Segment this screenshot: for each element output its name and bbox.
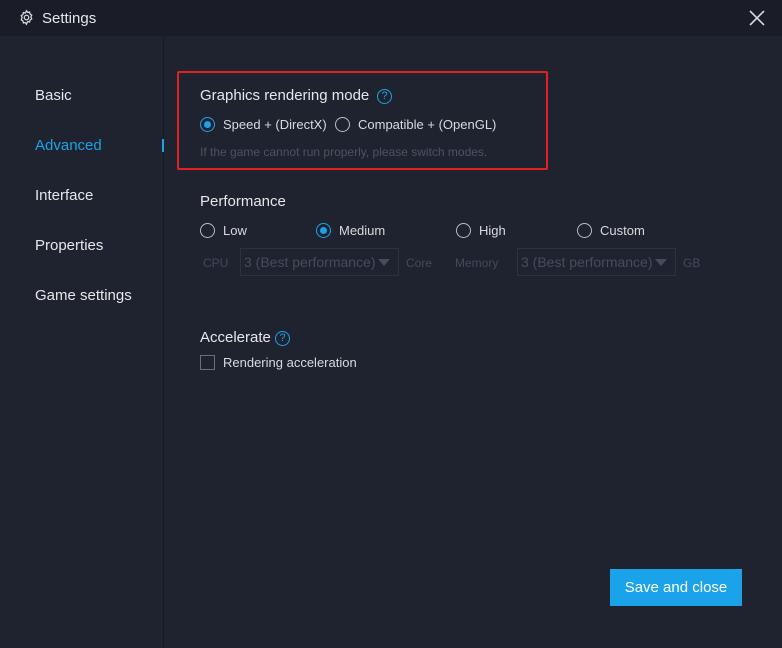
sidebar-item-advanced[interactable]: Advanced — [35, 137, 102, 154]
gb-label: GB — [683, 256, 701, 270]
radio-label: High — [479, 223, 506, 238]
radio-circle — [200, 223, 215, 238]
radio-directx[interactable]: Speed + (DirectX) — [200, 117, 327, 132]
radio-label: Low — [223, 223, 247, 238]
radio-low[interactable]: Low — [200, 223, 247, 238]
sidebar-item-interface[interactable]: Interface — [35, 187, 93, 204]
performance-title: Performance — [200, 193, 286, 210]
core-label: Core — [406, 256, 433, 270]
gear-icon — [20, 9, 33, 26]
accelerate-help-icon[interactable]: ? — [275, 331, 290, 346]
radio-circle — [335, 117, 350, 132]
radio-label: Compatible + (OpenGL) — [358, 117, 497, 132]
sidebar-item-game-settings[interactable]: Game settings — [35, 287, 132, 304]
accelerate-title: Accelerate — [200, 329, 271, 346]
graphics-hint: If the game cannot run properly, please … — [200, 145, 488, 159]
radio-custom[interactable]: Custom — [577, 223, 645, 238]
radio-medium[interactable]: Medium — [316, 223, 385, 238]
radio-label: Speed + (DirectX) — [223, 117, 327, 132]
active-nav-indicator — [162, 139, 164, 152]
sidebar-item-properties[interactable]: Properties — [35, 237, 103, 254]
chevron-down-icon — [655, 259, 667, 266]
radio-opengl[interactable]: Compatible + (OpenGL) — [335, 117, 496, 132]
radio-circle — [456, 223, 471, 238]
cpu-select: 3 (Best performance) — [240, 248, 399, 276]
chevron-down-icon — [378, 259, 390, 266]
window-title: Settings — [42, 10, 97, 27]
checkbox-box — [200, 355, 215, 370]
settings-sidebar: Basic Advanced Interface Properties Game… — [0, 36, 164, 648]
checkbox-label: Rendering acceleration — [223, 355, 357, 370]
graphics-mode-title: Graphics rendering mode — [200, 87, 370, 104]
title-bar: Settings — [0, 0, 782, 36]
close-icon[interactable] — [748, 9, 766, 27]
radio-label: Custom — [600, 223, 645, 238]
rendering-acceleration-checkbox[interactable]: Rendering acceleration — [200, 355, 357, 370]
sidebar-item-basic[interactable]: Basic — [35, 87, 72, 104]
memory-select-value: 3 (Best performance) — [521, 254, 653, 270]
save-and-close-button[interactable]: Save and close — [610, 569, 742, 606]
radio-circle — [577, 223, 592, 238]
graphics-help-icon[interactable]: ? — [377, 89, 392, 104]
radio-high[interactable]: High — [456, 223, 506, 238]
cpu-label: CPU — [203, 256, 229, 270]
radio-circle — [316, 223, 331, 238]
memory-label: Memory — [455, 256, 499, 270]
cpu-select-value: 3 (Best performance) — [244, 254, 376, 270]
memory-select: 3 (Best performance) — [517, 248, 676, 276]
radio-label: Medium — [339, 223, 386, 238]
radio-circle — [200, 117, 215, 132]
